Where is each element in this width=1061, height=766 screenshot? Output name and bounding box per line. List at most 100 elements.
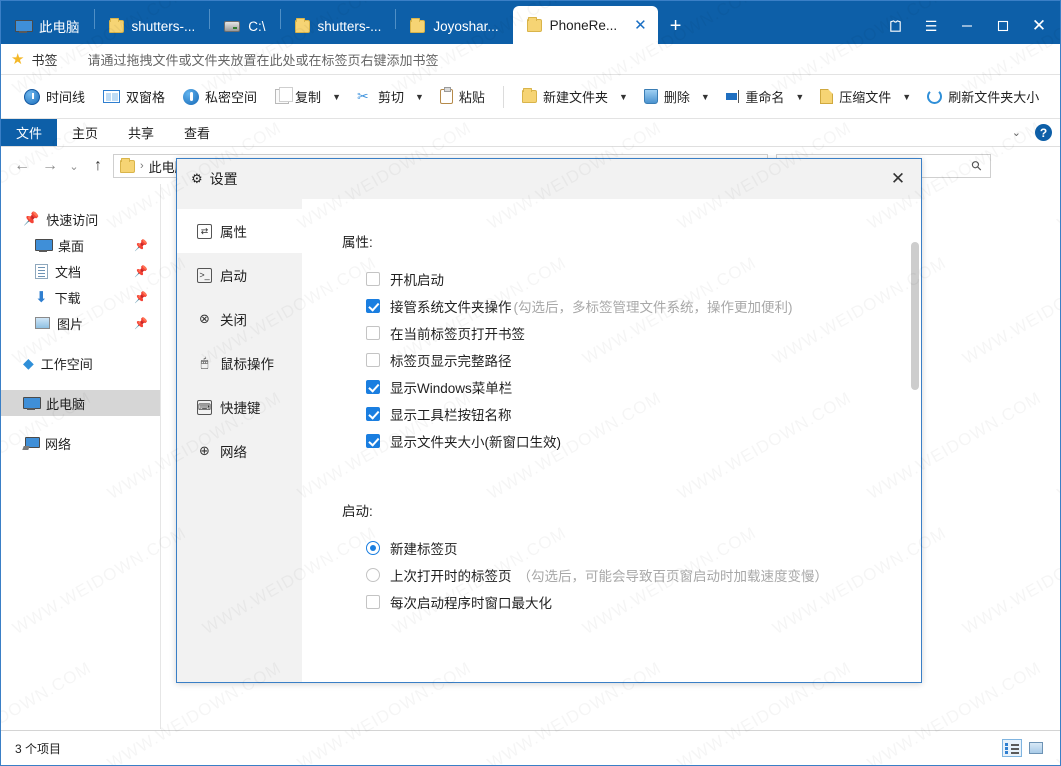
settings-nav-hotkeys[interactable]: ⌨ 快捷键	[177, 385, 302, 429]
checkbox[interactable]	[366, 433, 380, 448]
folder-icon	[294, 17, 310, 33]
tiles-view-button[interactable]	[1026, 739, 1046, 757]
tab-shutters-2[interactable]: shutters-...	[281, 8, 396, 44]
option-show-full-path-in-tab[interactable]: 标签页显示完整路径	[366, 346, 921, 373]
option-restore-last-tabs[interactable]: 上次打开时的标签页 （勾选后，可能会导致百页窗启动时加载速度变慢）	[366, 561, 921, 588]
radio-button[interactable]	[366, 567, 380, 582]
settings-scrollbar[interactable]	[911, 204, 919, 677]
toolbar-paste[interactable]: 粘贴	[431, 83, 494, 110]
toolbar-compress[interactable]: 压缩文件	[811, 83, 900, 110]
delete-dropdown-icon[interactable]: ▼	[699, 88, 717, 106]
tab-shutters-1[interactable]: shutters-...	[95, 8, 210, 44]
skin-icon[interactable]	[878, 11, 912, 41]
toolbar-label: 删除	[663, 90, 690, 105]
toolbar-timeline[interactable]: 时间线	[15, 83, 94, 110]
toolbar-delete[interactable]: 删除	[635, 83, 699, 110]
pin-icon[interactable]: 📌	[134, 239, 148, 252]
mouse-icon: 🖱	[200, 355, 209, 370]
settings-nav-properties[interactable]: ⇄ 属性	[177, 209, 302, 253]
close-window-button[interactable]: ✕	[1022, 11, 1056, 41]
main-menu-icon[interactable]: ☰	[914, 11, 948, 41]
option-show-windows-menubar[interactable]: 显示Windows菜单栏	[366, 373, 921, 400]
ribbon-tab-view[interactable]: 查看	[169, 119, 225, 146]
tab-c-drive[interactable]: C:\	[210, 8, 279, 44]
pin-icon[interactable]: 📌	[134, 317, 148, 330]
sidebar-item-workspace[interactable]: ◆ 工作空间	[1, 350, 160, 376]
copy-dropdown-icon[interactable]: ▼	[330, 88, 348, 106]
checkbox[interactable]	[366, 352, 380, 367]
option-maximize-on-start[interactable]: 每次启动程序时窗口最大化	[366, 588, 921, 615]
option-takeover-folder-ops[interactable]: 接管系统文件夹操作 (勾选后，多标签管理文件系统，操作更加便利)	[366, 292, 921, 319]
scrollbar-thumb[interactable]	[911, 242, 919, 390]
toolbar-label: 剪切	[377, 90, 404, 105]
toolbar-rename[interactable]: 重命名	[717, 83, 794, 110]
tab-joyoshare[interactable]: Joyoshar...	[396, 8, 512, 44]
drive-icon	[224, 20, 241, 32]
sidebar-item-label: 下载	[54, 290, 81, 306]
sidebar-item-pictures[interactable]: 图片 📌	[1, 310, 160, 336]
navigation-sidebar: 📌 快速访问 桌面 📌 文档 📌 ⬇ 下载 📌 图片 📌 ◆ 工作空间 此电脑 …	[1, 184, 161, 729]
sidebar-item-desktop[interactable]: 桌面 📌	[1, 232, 160, 258]
pin-icon[interactable]: 📌	[134, 265, 148, 278]
folder-icon	[410, 17, 426, 33]
sidebar-item-documents[interactable]: 文档 📌	[1, 258, 160, 284]
option-label: 显示文件夹大小(新窗口生效)	[390, 434, 561, 450]
sidebar-item-downloads[interactable]: ⬇ 下载 📌	[1, 284, 160, 310]
checkbox[interactable]	[366, 594, 380, 609]
new-folder-dropdown-icon[interactable]: ▼	[617, 88, 635, 106]
compress-dropdown-icon[interactable]: ▼	[900, 88, 918, 106]
minimize-button[interactable]	[950, 11, 984, 41]
checkbox[interactable]	[366, 298, 380, 313]
up-button[interactable]: ↑	[85, 153, 111, 179]
checkbox[interactable]	[366, 271, 380, 286]
option-show-folder-size[interactable]: 显示文件夹大小(新窗口生效)	[366, 427, 921, 454]
tab-strip: 此电脑 shutters-... C:\ shutters-... Joyosh…	[1, 1, 1060, 44]
toolbar-new-folder[interactable]: 新建文件夹	[513, 83, 617, 110]
tab-phonerescue[interactable]: PhoneRe... ✕	[512, 6, 658, 44]
desktop-icon	[35, 238, 53, 252]
toolbar-copy[interactable]: 复制	[266, 83, 330, 110]
toolbar-dual-pane[interactable]: 双窗格	[94, 83, 174, 110]
chevron-down-icon[interactable]: ⌄	[1006, 124, 1027, 141]
rename-dropdown-icon[interactable]: ▼	[793, 88, 811, 106]
picture-icon	[35, 317, 50, 329]
recent-locations-icon[interactable]: ⌄	[65, 153, 83, 179]
help-icon[interactable]: ?	[1035, 124, 1052, 141]
tab-close-icon[interactable]: ✕	[631, 18, 650, 33]
forward-button[interactable]: →	[37, 153, 63, 179]
ribbon-tab-home[interactable]: 主页	[57, 119, 113, 146]
cut-dropdown-icon[interactable]: ▼	[413, 88, 431, 106]
list-view-button[interactable]	[1002, 739, 1022, 757]
checkbox[interactable]	[366, 325, 380, 340]
ribbon-tab-share[interactable]: 共享	[113, 119, 169, 146]
checkbox[interactable]	[366, 379, 380, 394]
toolbar-refresh-folder-size[interactable]: 刷新文件夹大小	[918, 83, 1048, 110]
ribbon-tab-file[interactable]: 文件	[1, 119, 58, 146]
option-open-bookmark-current-tab[interactable]: 在当前标签页打开书签	[366, 319, 921, 346]
main-toolbar: 时间线 双窗格 私密空间 复制 ▼ ✂ 剪切 ▼ 粘贴 新建文件夹 ▼ 删除 ▼…	[1, 75, 1060, 119]
checkbox[interactable]	[366, 406, 380, 421]
back-button[interactable]: ←	[9, 153, 35, 179]
new-tab-button[interactable]: +	[658, 8, 694, 44]
settings-nav-network[interactable]: ⊕ 网络	[177, 429, 302, 473]
radio-button[interactable]	[366, 540, 380, 555]
settings-nav-startup[interactable]: >_ 启动	[177, 253, 302, 297]
settings-nav-shutdown[interactable]: ⊗ 关闭	[177, 297, 302, 341]
sidebar-item-this-pc[interactable]: 此电脑	[1, 390, 160, 416]
maximize-button[interactable]	[986, 11, 1020, 41]
key-icon	[183, 88, 200, 105]
toolbar-private-space[interactable]: 私密空间	[174, 83, 266, 110]
settings-nav-mouse[interactable]: 🖱 鼠标操作	[177, 341, 302, 385]
sidebar-item-quick-access[interactable]: 📌 快速访问	[1, 206, 160, 232]
close-dialog-button[interactable]: ✕	[875, 159, 921, 199]
toolbar-cut[interactable]: ✂ 剪切	[348, 83, 413, 110]
option-new-tab-page[interactable]: 新建标签页	[366, 534, 921, 561]
option-boot-startup[interactable]: 开机启动	[366, 265, 921, 292]
settings-dialog: ⚙ 设置 ✕ ⇄ 属性 >_ 启动 ⊗ 关闭 🖱 鼠标操作 ⌨ 快捷键 ⊕ 网络…	[176, 158, 922, 683]
tab-this-pc[interactable]: 此电脑	[1, 8, 94, 44]
sidebar-item-network[interactable]: 网络	[1, 430, 160, 456]
pin-icon[interactable]: 📌	[134, 291, 148, 304]
section-title-properties: 属性:	[342, 235, 373, 250]
option-show-toolbar-button-names[interactable]: 显示工具栏按钮名称	[366, 400, 921, 427]
